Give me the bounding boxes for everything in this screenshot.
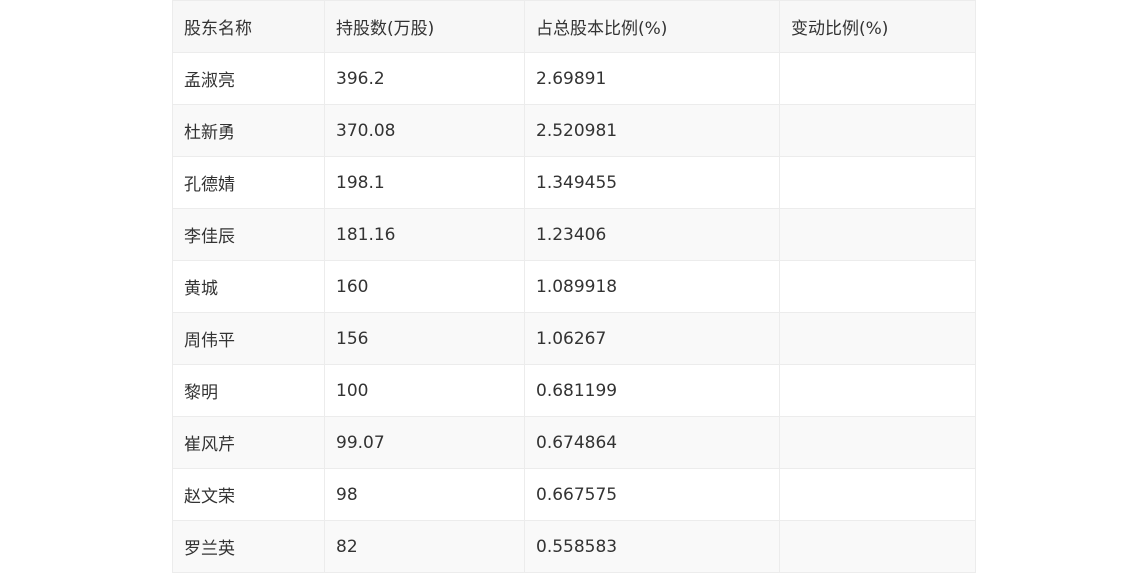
header-shares-held: 持股数(万股): [324, 0, 525, 53]
table-row: 杜新勇 370.08 2.520981: [172, 104, 976, 157]
cell-name: 罗兰英: [172, 520, 325, 573]
cell-name: 杜新勇: [172, 104, 325, 157]
cell-change: [779, 364, 976, 417]
cell-name: 周伟平: [172, 312, 325, 365]
cell-change: [779, 260, 976, 313]
cell-name: 孔德婧: [172, 156, 325, 209]
cell-ratio: 1.23406: [524, 208, 780, 261]
cell-name: 赵文荣: [172, 468, 325, 521]
cell-ratio: 0.674864: [524, 416, 780, 469]
header-shareholder-name: 股东名称: [172, 0, 325, 53]
cell-change: [779, 52, 976, 105]
cell-ratio: 2.520981: [524, 104, 780, 157]
cell-ratio: 2.69891: [524, 52, 780, 105]
cell-name: 李佳辰: [172, 208, 325, 261]
header-change-ratio: 变动比例(%): [779, 0, 976, 53]
table-row: 孔德婧 198.1 1.349455: [172, 156, 976, 209]
cell-name: 孟淑亮: [172, 52, 325, 105]
cell-ratio: 1.06267: [524, 312, 780, 365]
table-row: 黄城 160 1.089918: [172, 260, 976, 313]
cell-change: [779, 416, 976, 469]
cell-ratio: 0.667575: [524, 468, 780, 521]
cell-name: 黄城: [172, 260, 325, 313]
cell-ratio: 0.681199: [524, 364, 780, 417]
table-row: 黎明 100 0.681199: [172, 364, 976, 417]
cell-change: [779, 520, 976, 573]
cell-name: 黎明: [172, 364, 325, 417]
cell-change: [779, 312, 976, 365]
header-row: 股东名称 持股数(万股) 占总股本比例(%) 变动比例(%): [172, 0, 976, 53]
table-row: 崔风芹 99.07 0.674864: [172, 416, 976, 469]
cell-ratio: 0.558583: [524, 520, 780, 573]
table-row: 李佳辰 181.16 1.23406: [172, 208, 976, 261]
cell-shares: 160: [324, 260, 525, 313]
table-row: 周伟平 156 1.06267: [172, 312, 976, 365]
cell-change: [779, 156, 976, 209]
shareholder-table: 股东名称 持股数(万股) 占总股本比例(%) 变动比例(%) 孟淑亮 396.2…: [172, 0, 976, 573]
cell-change: [779, 468, 976, 521]
cell-shares: 99.07: [324, 416, 525, 469]
cell-shares: 100: [324, 364, 525, 417]
table-body: 孟淑亮 396.2 2.69891 杜新勇 370.08 2.520981 孔德…: [172, 52, 976, 573]
table-row: 罗兰英 82 0.558583: [172, 520, 976, 573]
table-row: 孟淑亮 396.2 2.69891: [172, 52, 976, 105]
table-header: 股东名称 持股数(万股) 占总股本比例(%) 变动比例(%): [172, 0, 976, 53]
cell-shares: 181.16: [324, 208, 525, 261]
cell-shares: 98: [324, 468, 525, 521]
cell-change: [779, 104, 976, 157]
cell-shares: 82: [324, 520, 525, 573]
shareholder-table-container: 股东名称 持股数(万股) 占总股本比例(%) 变动比例(%) 孟淑亮 396.2…: [172, 0, 976, 573]
header-share-ratio: 占总股本比例(%): [524, 0, 780, 53]
cell-shares: 156: [324, 312, 525, 365]
cell-shares: 396.2: [324, 52, 525, 105]
cell-name: 崔风芹: [172, 416, 325, 469]
cell-shares: 198.1: [324, 156, 525, 209]
table-row: 赵文荣 98 0.667575: [172, 468, 976, 521]
cell-change: [779, 208, 976, 261]
cell-ratio: 1.089918: [524, 260, 780, 313]
cell-shares: 370.08: [324, 104, 525, 157]
cell-ratio: 1.349455: [524, 156, 780, 209]
